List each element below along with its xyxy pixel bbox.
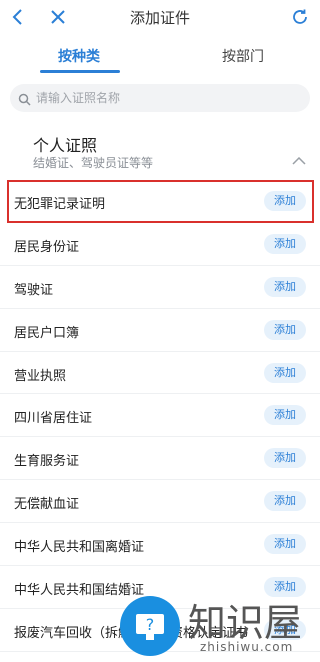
- item-label: 驾驶证: [14, 282, 54, 298]
- list-item[interactable]: 四川省居住证 添加: [0, 394, 320, 438]
- search-bar[interactable]: [10, 84, 310, 112]
- add-button[interactable]: 添加: [264, 405, 306, 426]
- list-item[interactable]: 居民身份证 添加: [0, 223, 320, 266]
- list-item[interactable]: 无偿献血证 添加: [0, 480, 320, 524]
- search-input[interactable]: [36, 89, 296, 107]
- list-item[interactable]: 中华人民共和国离婚证 添加: [0, 523, 320, 567]
- list-item[interactable]: 营业执照 添加: [0, 352, 320, 395]
- item-label: 无犯罪记录证明: [14, 197, 106, 212]
- list-item[interactable]: 驾驶证 添加: [0, 266, 320, 309]
- add-button[interactable]: 添加: [264, 491, 306, 512]
- watermark-text: 知识屋: [188, 601, 303, 645]
- certificate-list: 无犯罪记录证明 添加 居民身份证 添加 驾驶证 添加 居民户口簿 添加 营业执照…: [0, 180, 320, 652]
- header-bar: 添加证件: [0, 0, 320, 34]
- item-label: 中华人民共和国离婚证: [14, 540, 145, 556]
- item-label: 营业执照: [14, 368, 67, 384]
- watermark-logo-icon: ?: [120, 596, 180, 656]
- watermark-subtext: zhishiwu.com: [200, 640, 294, 654]
- add-button[interactable]: 添加: [264, 534, 306, 555]
- item-label: 四川省居住证: [14, 411, 93, 427]
- add-button[interactable]: 添加: [264, 191, 306, 211]
- tab-bar: 按种类 按部门: [0, 34, 320, 74]
- item-label: 生育服务证: [14, 454, 80, 470]
- section-header-personal[interactable]: 个人证照 结婚证、驾驶员证等等: [0, 126, 320, 172]
- add-button[interactable]: 添加: [264, 233, 306, 254]
- tab-by-type[interactable]: 按种类: [58, 46, 100, 66]
- add-button[interactable]: 添加: [264, 319, 306, 340]
- item-label: 居民户口簿: [14, 325, 80, 341]
- add-button[interactable]: 添加: [264, 276, 306, 297]
- section-subtitle: 结婚证、驾驶员证等等: [33, 156, 154, 170]
- add-button[interactable]: 添加: [264, 448, 306, 469]
- active-tab-indicator: [40, 70, 120, 73]
- add-button[interactable]: 添加: [264, 362, 306, 383]
- svg-text:?: ?: [146, 615, 155, 634]
- tab-by-department[interactable]: 按部门: [222, 46, 264, 66]
- section-title: 个人证照: [33, 136, 98, 155]
- list-item[interactable]: 无犯罪记录证明 添加: [7, 180, 314, 223]
- watermark: ? 知识屋 zhishiwu.com: [120, 592, 320, 662]
- refresh-icon[interactable]: [288, 5, 312, 29]
- list-item[interactable]: 居民户口簿 添加: [0, 309, 320, 352]
- search-icon: [18, 91, 31, 110]
- chevron-up-icon[interactable]: [292, 150, 306, 169]
- list-item[interactable]: 生育服务证 添加: [0, 437, 320, 481]
- item-label: 居民身份证: [14, 239, 80, 255]
- page-title: 添加证件: [129, 9, 190, 27]
- item-label: 无偿献血证: [14, 497, 80, 513]
